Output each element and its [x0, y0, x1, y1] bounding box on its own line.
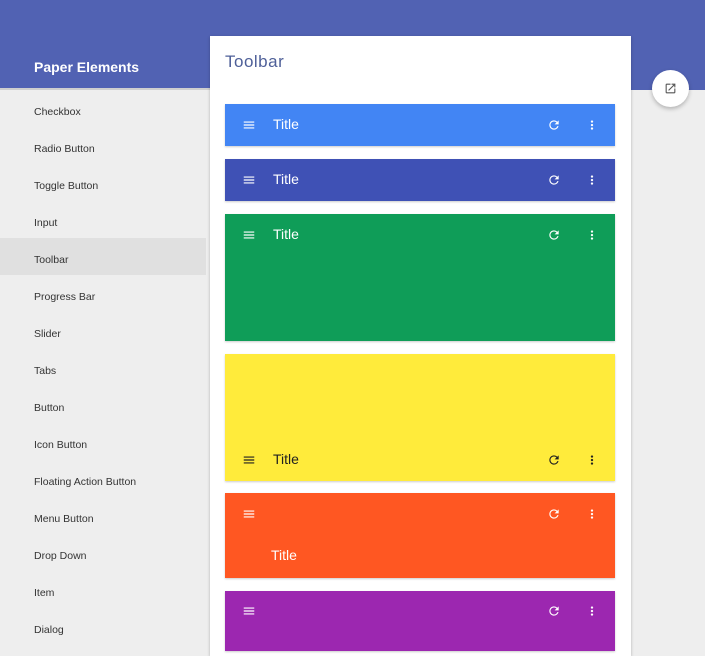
menu-icon[interactable]	[242, 453, 256, 467]
toolbar-title: Title	[273, 451, 299, 467]
open-in-new-button[interactable]	[652, 70, 689, 107]
refresh-icon[interactable]	[547, 453, 561, 467]
toolbar-title: Title	[273, 226, 299, 242]
menu-icon[interactable]	[242, 604, 256, 618]
refresh-icon[interactable]	[547, 173, 561, 187]
sidebar-item-input[interactable]: Input	[0, 201, 206, 238]
more-vert-icon[interactable]	[585, 453, 599, 467]
refresh-icon[interactable]	[547, 604, 561, 618]
more-vert-icon[interactable]	[585, 604, 599, 618]
sidebar-item-menu-button[interactable]: Menu Button	[0, 497, 206, 534]
refresh-icon[interactable]	[547, 507, 561, 521]
more-vert-icon[interactable]	[585, 228, 599, 242]
more-vert-icon[interactable]	[585, 507, 599, 521]
sidebar-item-checkbox[interactable]: Checkbox	[0, 90, 206, 127]
more-vert-icon[interactable]	[585, 173, 599, 187]
sidebar-item-progress-bar[interactable]: Progress Bar	[0, 275, 206, 312]
menu-icon[interactable]	[242, 507, 256, 521]
toolbar-default: Title	[225, 104, 615, 146]
sidebar-item-dialog[interactable]: Dialog	[0, 608, 206, 645]
toolbar-title: Title	[273, 116, 299, 132]
sidebar-item-radio-button[interactable]: Radio Button	[0, 127, 206, 164]
menu-icon[interactable]	[242, 118, 256, 132]
sidebar-item-item[interactable]: Item	[0, 571, 206, 608]
toolbar-tall-bottom: Title	[225, 354, 615, 481]
sidebar-item-icon-button[interactable]: Icon Button	[0, 423, 206, 460]
menu-icon[interactable]	[242, 228, 256, 242]
toolbar-default: Title	[225, 159, 615, 201]
sidebar-item-tabs[interactable]: Tabs	[0, 349, 206, 386]
toolbar-title-second-row: Title	[225, 493, 615, 578]
toolbar-tall-top: Title	[225, 214, 615, 341]
refresh-icon[interactable]	[547, 228, 561, 242]
sidebar-nav: Checkbox Radio Button Toggle Button Input To…	[0, 90, 206, 638]
sidebar-item-button[interactable]: Button	[0, 386, 206, 423]
more-vert-icon[interactable]	[585, 118, 599, 132]
toolbar-no-title	[225, 591, 615, 651]
menu-icon[interactable]	[242, 173, 256, 187]
open-in-new-icon	[665, 83, 676, 94]
sidebar-item-drop-down[interactable]: Drop Down	[0, 534, 206, 571]
toolbar-title: Title	[273, 171, 299, 187]
sidebar-item-toolbar[interactable]: Toolbar	[0, 238, 206, 275]
sidebar-item-slider[interactable]: Slider	[0, 312, 206, 349]
toolbar-title: Title	[271, 547, 297, 563]
refresh-icon[interactable]	[547, 118, 561, 132]
sidebar-item-floating-action-button[interactable]: Floating Action Button	[0, 460, 206, 497]
app-title: Paper Elements	[34, 59, 140, 75]
main-card: Toolbar Title Title Title Title Title	[210, 36, 631, 656]
page-title: Toolbar	[225, 52, 285, 71]
sidebar-item-toggle-button[interactable]: Toggle Button	[0, 164, 206, 201]
